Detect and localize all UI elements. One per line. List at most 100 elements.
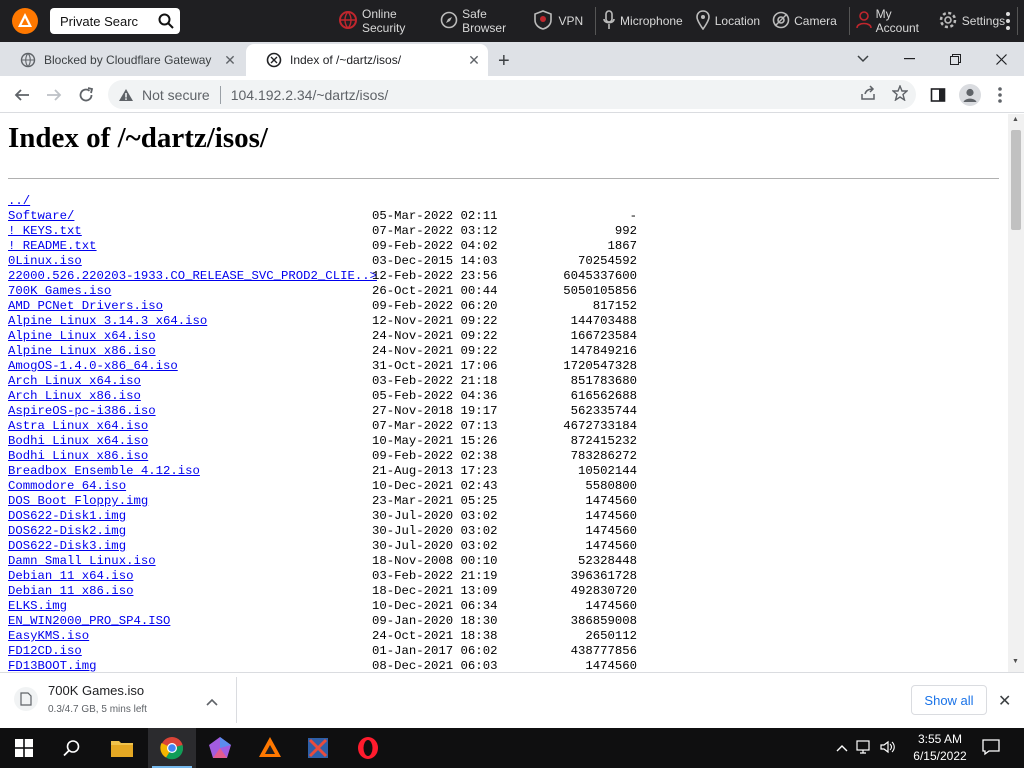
vpn-button[interactable]: VPN	[532, 9, 583, 34]
file-link[interactable]: Bodhi Linux x64.iso	[8, 434, 148, 448]
settings-label: Settings	[961, 14, 1006, 28]
file-link[interactable]: ELKS.img	[8, 599, 67, 613]
new-tab-plus-icon[interactable]: +	[498, 50, 510, 73]
safe-browser-button[interactable]: Safe Browser	[440, 7, 520, 35]
user-icon	[855, 10, 872, 32]
chrome-icon[interactable]	[148, 728, 196, 768]
file-link[interactable]: EN_WIN2000_PRO_SP4.ISO	[8, 614, 170, 628]
file-link[interactable]: Debian 11 x86.iso	[8, 584, 133, 598]
taskbar-search-icon[interactable]	[48, 728, 96, 768]
file-link[interactable]: Alpine Linux x64.iso	[8, 329, 156, 343]
window-close-icon[interactable]	[978, 42, 1024, 76]
windows-start-icon[interactable]	[0, 728, 48, 768]
colorful-app-icon[interactable]	[196, 728, 244, 768]
scrollbar-thumb[interactable]	[1011, 130, 1021, 230]
security-status-label[interactable]: Not secure	[142, 87, 210, 103]
file-link[interactable]: Bodhi Linux x86.iso	[8, 449, 148, 463]
bookmark-star-icon[interactable]	[891, 84, 909, 104]
side-panel-icon[interactable]	[926, 83, 950, 107]
file-link[interactable]: Alpine Linux x86.iso	[8, 344, 156, 358]
file-link[interactable]: Debian 11 x64.iso	[8, 569, 133, 583]
my-account-button[interactable]: My Account	[855, 7, 926, 35]
file-link[interactable]: Commodore 64.iso	[8, 479, 126, 493]
browser-menu-icon[interactable]	[988, 83, 1012, 107]
file-size: 1720547328	[563, 359, 637, 373]
file-link[interactable]: DOS622-Disk1.img	[8, 509, 126, 523]
tab-blocked-cloudflare[interactable]: Blocked by Cloudflare Gateway ✕	[0, 44, 244, 76]
restore-icon[interactable]	[932, 42, 978, 76]
file-link[interactable]: DOS Boot Floppy.img	[8, 494, 148, 508]
file-link[interactable]: Breadbox Ensemble 4.12.iso	[8, 464, 200, 478]
file-link[interactable]: AmogOS-1.4.0-x86_64.iso	[8, 359, 178, 373]
notification-center-icon[interactable]	[982, 738, 1000, 761]
file-row: Alpine Linux x64.iso 24-Nov-2021 09:22 166…	[8, 329, 648, 344]
back-arrow-icon[interactable]	[10, 83, 34, 107]
file-link[interactable]: FD13BOOT.img	[8, 659, 97, 672]
settings-button[interactable]: Settings	[938, 10, 1005, 33]
page-favicon-icon	[266, 52, 282, 68]
share-icon[interactable]	[860, 85, 876, 104]
tool-app-icon[interactable]	[294, 728, 342, 768]
file-link[interactable]: AMD PCNet Drivers.iso	[8, 299, 163, 313]
close-download-bar-icon[interactable]: ✕	[998, 691, 1011, 711]
avast-logo-icon[interactable]	[10, 6, 40, 36]
volume-icon[interactable]	[880, 740, 896, 757]
opera-icon[interactable]	[344, 728, 392, 768]
tab-search-chevron-icon[interactable]	[840, 42, 886, 76]
parent-directory-link[interactable]: ../	[8, 194, 30, 208]
system-clock[interactable]: 3:55 AM 6/15/2022	[908, 731, 972, 765]
file-row: DOS622-Disk3.img 30-Jul-2020 03:02 1474560	[8, 539, 648, 554]
download-item[interactable]: 700K Games.iso 0.3/4.7 GB, 5 mins left	[14, 683, 147, 715]
tab-close-icon[interactable]: ✕	[460, 52, 488, 69]
online-security-button[interactable]: Online Security	[338, 7, 428, 35]
file-date: 10-Dec-2021 06:34	[372, 599, 498, 613]
file-link[interactable]: ! KEYS.txt	[8, 224, 82, 238]
file-link[interactable]: Arch Linux x64.iso	[8, 374, 141, 388]
file-link[interactable]: AspireOS-pc-i386.iso	[8, 404, 156, 418]
vpn-label: VPN	[558, 14, 584, 28]
file-size: 5050105856	[563, 284, 637, 298]
url-text[interactable]: 104.192.2.34/~dartz/isos/	[231, 87, 389, 103]
warning-triangle-icon[interactable]	[118, 88, 136, 102]
address-bar[interactable]: Not secure 104.192.2.34/~dartz/isos/	[108, 80, 916, 109]
file-link[interactable]: FD12CD.iso	[8, 644, 82, 658]
private-search-box[interactable]: Private Searc	[50, 8, 180, 34]
file-link[interactable]: 700K Games.iso	[8, 284, 111, 298]
file-link[interactable]: EasyKMS.iso	[8, 629, 89, 643]
microphone-button[interactable]: Microphone	[602, 9, 683, 33]
location-button[interactable]: Location	[695, 9, 760, 33]
minimize-icon[interactable]	[886, 42, 932, 76]
network-icon[interactable]	[856, 739, 872, 757]
file-link[interactable]: Arch Linux x86.iso	[8, 389, 141, 403]
scroll-up-icon[interactable]: ▲	[1012, 116, 1019, 123]
file-link[interactable]: Damn Small Linux.iso	[8, 554, 156, 568]
file-link[interactable]: ! README.txt	[8, 239, 97, 253]
file-link[interactable]: DOS622-Disk3.img	[8, 539, 126, 553]
avast-browser-icon[interactable]	[246, 728, 294, 768]
show-all-button[interactable]: Show all	[911, 685, 987, 715]
private-search-input[interactable]: Private Searc	[60, 14, 152, 29]
scroll-down-icon[interactable]: ▼	[1012, 658, 1019, 665]
file-link[interactable]: DOS622-Disk2.img	[8, 524, 126, 538]
file-link[interactable]: 0Linux.iso	[8, 254, 82, 268]
file-size: 872415232	[570, 434, 637, 448]
file-link[interactable]: Astra Linux x64.iso	[8, 419, 148, 433]
file-date: 03-Feb-2022 21:19	[372, 569, 498, 583]
profile-avatar-icon[interactable]	[958, 83, 982, 107]
file-explorer-icon[interactable]	[98, 728, 146, 768]
page-scrollbar[interactable]: ▲ ▼	[1008, 114, 1024, 672]
file-date: 03-Feb-2022 21:18	[372, 374, 498, 388]
camera-button[interactable]: Camera	[772, 11, 837, 32]
file-link[interactable]: 22000.526.220203-1933.CO_RELEASE_SVC_PRO…	[8, 269, 377, 283]
chevron-up-icon[interactable]	[206, 693, 218, 711]
file-link[interactable]: Software/	[8, 209, 74, 223]
forward-arrow-icon[interactable]	[42, 83, 66, 107]
file-link[interactable]: Alpine Linux 3.14.3 x64.iso	[8, 314, 207, 328]
more-vertical-icon[interactable]	[1006, 12, 1010, 35]
file-size: 1867	[607, 239, 637, 253]
chevron-up-icon[interactable]	[836, 741, 848, 755]
tab-close-icon[interactable]: ✕	[216, 52, 244, 69]
tab-index-isos[interactable]: Index of /~dartz/isos/ ✕	[246, 44, 488, 76]
search-icon[interactable]	[152, 13, 180, 29]
reload-icon[interactable]	[74, 83, 98, 107]
